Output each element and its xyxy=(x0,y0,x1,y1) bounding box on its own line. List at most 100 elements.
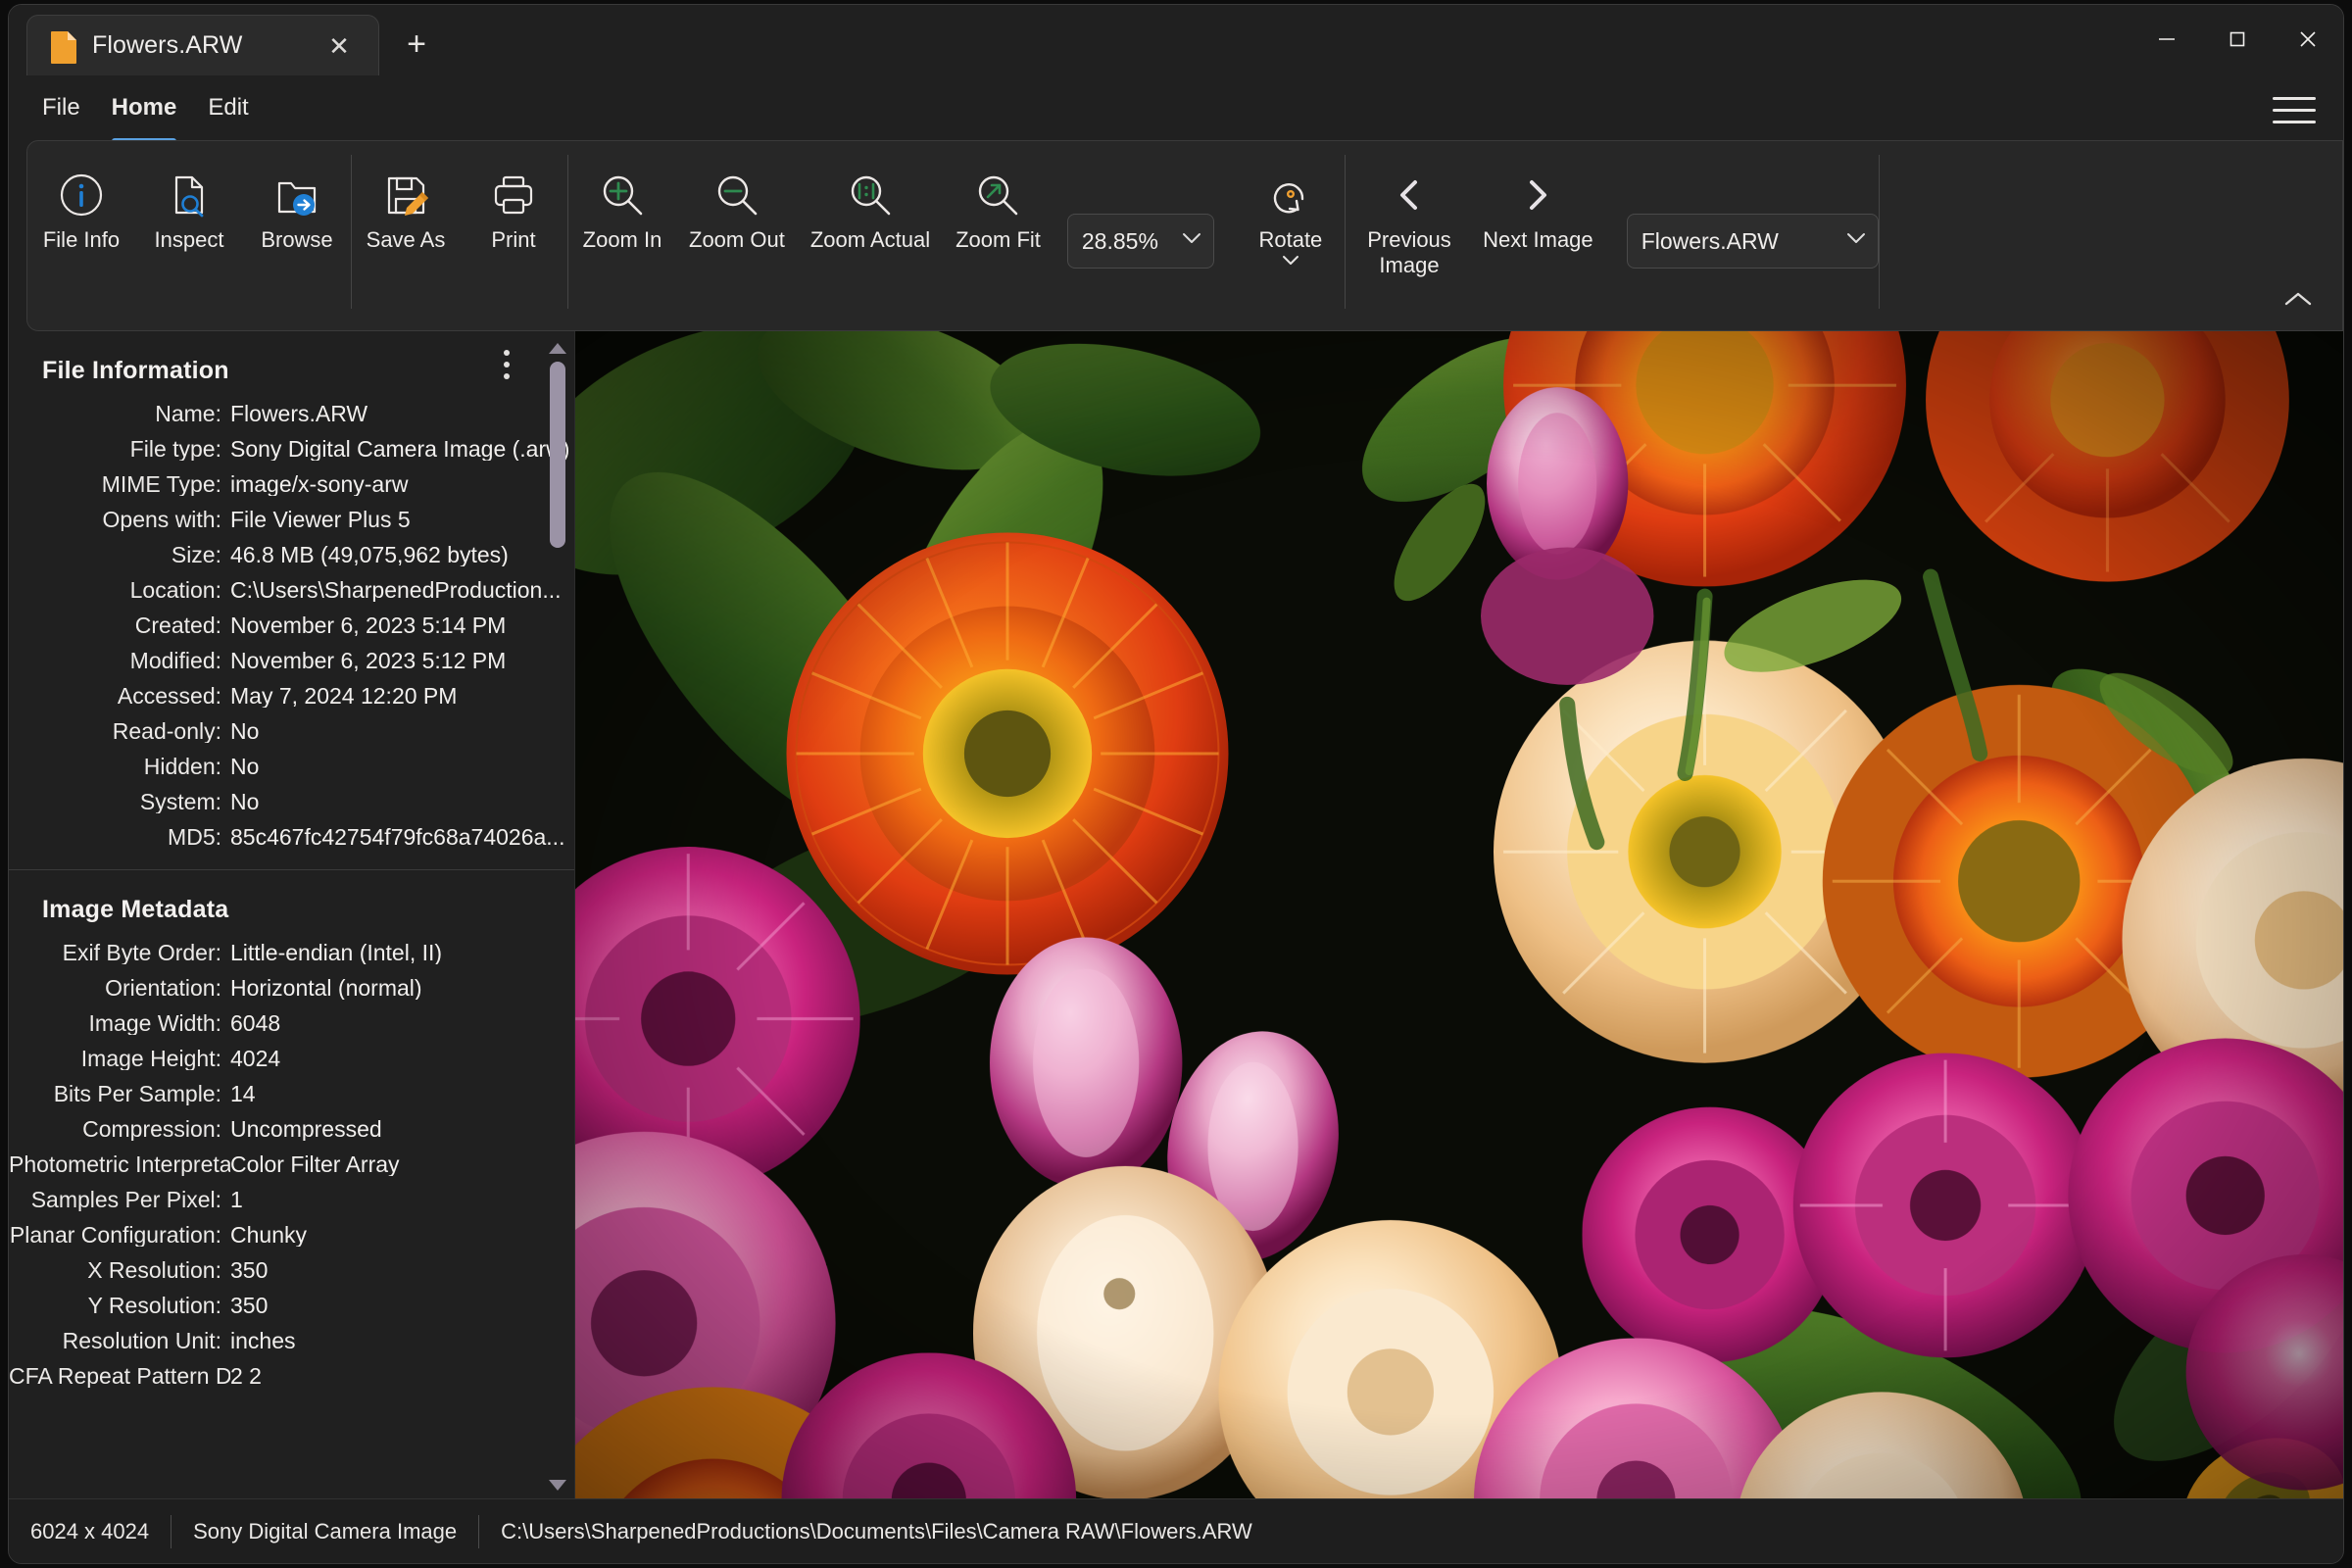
menu-item-home[interactable]: Home xyxy=(96,80,193,135)
property-value: Horizontal (normal) xyxy=(230,977,574,1000)
property-key: Location: xyxy=(9,579,230,602)
property-key: Planar Configuration: xyxy=(9,1224,230,1247)
file-info-button[interactable]: File Info xyxy=(30,157,132,253)
file-select-dropdown[interactable]: Flowers.ARW xyxy=(1627,214,1879,269)
property-key: Opens with: xyxy=(9,509,230,531)
property-key: File type: xyxy=(9,438,230,461)
inspect-button[interactable]: Inspect xyxy=(138,157,240,253)
property-key: Modified: xyxy=(9,650,230,672)
chevron-down-icon[interactable] xyxy=(1282,255,1299,266)
file-select-value: Flowers.ARW xyxy=(1642,228,1779,255)
property-row: Image Width:6048 xyxy=(9,1006,574,1042)
rotate-button[interactable]: Rotate xyxy=(1240,157,1342,266)
property-key: Read-only: xyxy=(9,720,230,743)
zoom-actual-label: Zoom Actual xyxy=(810,227,930,253)
document-icon xyxy=(49,29,78,63)
property-value: No xyxy=(230,756,574,778)
sidebar-scrollbar[interactable] xyxy=(547,343,568,1491)
maximize-button[interactable] xyxy=(2202,5,2273,74)
property-row: Read-only:No xyxy=(9,714,574,750)
zoom-in-button[interactable]: Zoom In xyxy=(571,157,673,253)
property-row: MD5:85c467fc42754f79fc68a74026a... xyxy=(9,820,574,856)
browse-label: Browse xyxy=(261,227,332,253)
property-key: Exif Byte Order: xyxy=(9,942,230,964)
property-row: Bits Per Sample:14 xyxy=(9,1077,574,1112)
property-value: 2 2 xyxy=(230,1365,574,1388)
ribbon-group-navigation: Previous Image Next Image Flowers.ARW xyxy=(1346,141,1879,330)
close-window-button[interactable] xyxy=(2273,5,2343,74)
chevron-down-icon xyxy=(1182,232,1201,250)
property-value: 350 xyxy=(230,1295,574,1317)
magnifier-plus-icon xyxy=(597,165,648,225)
property-row: Resolution Unit:inches xyxy=(9,1324,574,1359)
status-dimensions: 6024 x 4024 xyxy=(30,1519,171,1544)
previous-image-button[interactable]: Previous Image xyxy=(1348,157,1470,278)
scroll-down-icon[interactable] xyxy=(549,1480,566,1491)
status-filetype: Sony Digital Camera Image xyxy=(172,1519,478,1544)
property-value: Color Filter Array xyxy=(230,1153,574,1176)
hamburger-menu-icon[interactable] xyxy=(2267,87,2322,132)
property-key: Size: xyxy=(9,544,230,566)
image-viewer-pane[interactable] xyxy=(575,331,2343,1498)
browse-button[interactable]: Browse xyxy=(246,157,348,253)
zoom-level-value: 28.85% xyxy=(1082,228,1158,255)
window-controls xyxy=(2132,5,2343,74)
property-value: Little-endian (Intel, II) xyxy=(230,942,574,964)
scroll-up-icon[interactable] xyxy=(549,343,566,354)
magnifier-minus-icon xyxy=(711,165,762,225)
property-key: Created: xyxy=(9,614,230,637)
zoom-out-label: Zoom Out xyxy=(689,227,785,253)
property-key: Image Width: xyxy=(9,1012,230,1035)
zoom-level-select[interactable]: 28.85% xyxy=(1067,214,1214,269)
property-key: Resolution Unit: xyxy=(9,1330,230,1352)
property-row: Samples Per Pixel:1 xyxy=(9,1183,574,1218)
file-information-section: File Information Name:Flowers.ARW File t… xyxy=(9,331,574,856)
rotate-icon xyxy=(1265,165,1316,225)
print-button[interactable]: Print xyxy=(463,157,564,253)
property-value: 350 xyxy=(230,1259,574,1282)
property-key: MD5: xyxy=(9,826,230,849)
property-row: CFA Repeat Pattern Di...2 2 xyxy=(9,1359,574,1395)
scrollbar-thumb[interactable] xyxy=(550,362,565,548)
minimize-button[interactable] xyxy=(2132,5,2202,74)
next-image-button[interactable]: Next Image xyxy=(1476,157,1600,253)
property-row: Created:November 6, 2023 5:14 PM xyxy=(9,609,574,644)
ribbon-group-output: Save As Print xyxy=(352,141,567,330)
zoom-fit-button[interactable]: Zoom Fit xyxy=(946,157,1051,253)
zoom-actual-button[interactable]: Zoom Actual xyxy=(801,157,940,253)
application-window: Flowers.ARW ✕ + File Home Edit xyxy=(8,4,2344,1564)
print-label: Print xyxy=(491,227,535,253)
tab-flowers-arw[interactable]: Flowers.ARW ✕ xyxy=(26,15,379,75)
property-row: Orientation:Horizontal (normal) xyxy=(9,971,574,1006)
property-row: Y Resolution:350 xyxy=(9,1289,574,1324)
inspect-label: Inspect xyxy=(155,227,224,253)
zoom-out-button[interactable]: Zoom Out xyxy=(679,157,795,253)
printer-icon xyxy=(488,165,539,225)
property-row: X Resolution:350 xyxy=(9,1253,574,1289)
close-tab-icon[interactable]: ✕ xyxy=(318,24,361,68)
ribbon-area: File Info Inspect xyxy=(9,140,2343,331)
property-row: Image Height:4024 xyxy=(9,1042,574,1077)
property-value: C:\Users\SharpenedProduction... xyxy=(230,579,574,602)
property-row: Location:C:\Users\SharpenedProduction... xyxy=(9,573,574,609)
flowers-photo xyxy=(575,331,2343,1498)
save-as-label: Save As xyxy=(367,227,446,253)
menu-item-edit[interactable]: Edit xyxy=(192,80,264,135)
property-value: File Viewer Plus 5 xyxy=(230,509,574,531)
property-key: Name: xyxy=(9,403,230,425)
property-key: Accessed: xyxy=(9,685,230,708)
collapse-ribbon-button[interactable] xyxy=(2278,282,2318,316)
property-key: Compression: xyxy=(9,1118,230,1141)
menu-item-file[interactable]: File xyxy=(26,80,96,135)
property-key: Photometric Interpreta... xyxy=(9,1153,230,1176)
sidebar-options-icon[interactable] xyxy=(490,343,523,386)
new-tab-button[interactable]: + xyxy=(389,17,444,72)
zoom-in-label: Zoom In xyxy=(583,227,662,253)
rotate-label: Rotate xyxy=(1258,227,1322,253)
property-key: Orientation: xyxy=(9,977,230,1000)
property-value: image/x-sony-arw xyxy=(230,473,574,496)
tab-strip: Flowers.ARW ✕ + xyxy=(9,5,444,75)
property-row: Opens with:File Viewer Plus 5 xyxy=(9,503,574,538)
property-value: Sony Digital Camera Image (.arw) xyxy=(230,438,574,461)
save-as-button[interactable]: Save As xyxy=(355,157,457,253)
